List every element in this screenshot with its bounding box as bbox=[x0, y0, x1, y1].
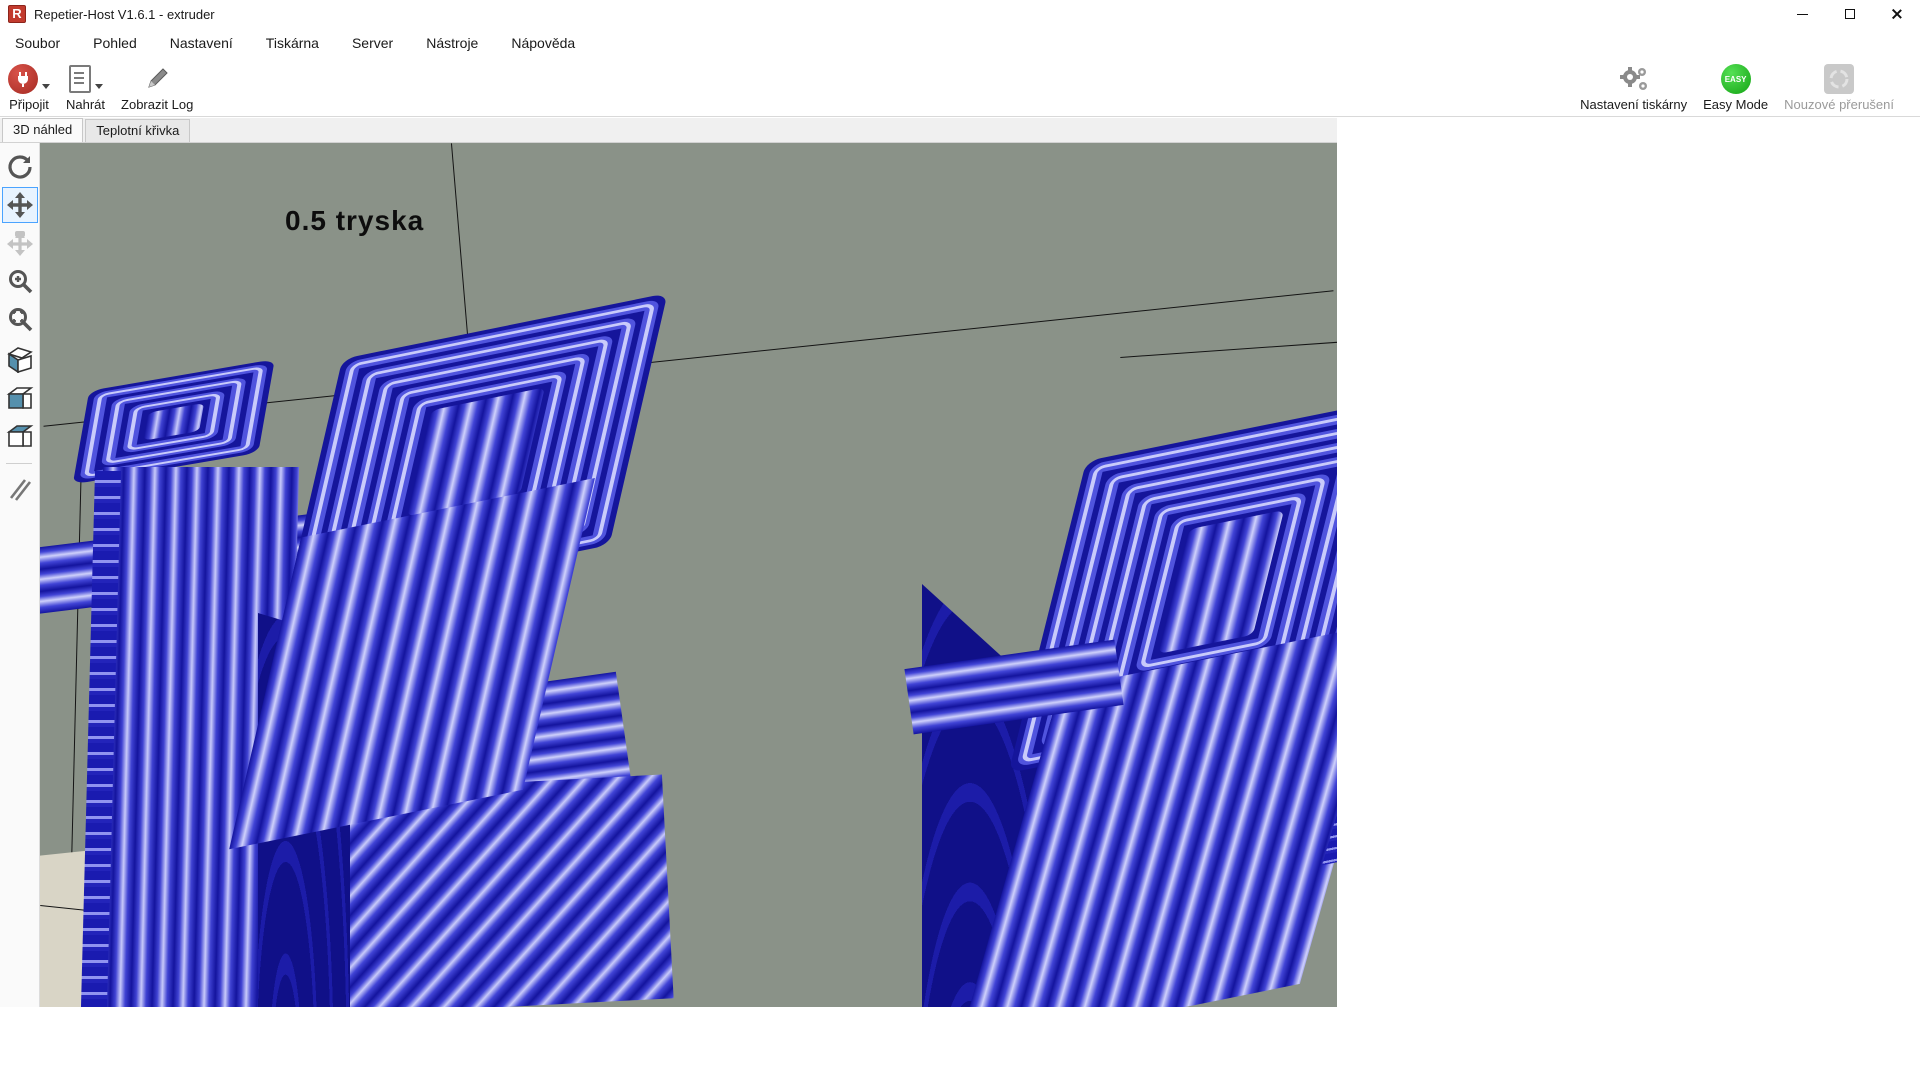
maximize-icon bbox=[1845, 9, 1855, 19]
front-view-button[interactable] bbox=[2, 381, 38, 417]
top-view-button[interactable] bbox=[2, 419, 38, 455]
plug-icon bbox=[8, 64, 38, 94]
rotate-view-button[interactable] bbox=[2, 149, 38, 185]
isometric-view-icon bbox=[6, 345, 34, 373]
move-printhead-icon bbox=[6, 229, 34, 257]
close-button[interactable] bbox=[1873, 0, 1920, 28]
menu-napoveda[interactable]: Nápověda bbox=[511, 35, 575, 51]
easy-mode-icon: EASY bbox=[1721, 64, 1751, 94]
menu-pohled[interactable]: Pohled bbox=[93, 35, 137, 51]
load-label: Nahrát bbox=[66, 97, 105, 112]
rotate-icon bbox=[7, 154, 33, 180]
fit-view-icon bbox=[7, 306, 34, 333]
printer-settings-button[interactable]: Nastavení tiskárny bbox=[1580, 61, 1687, 116]
easy-badge: EASY bbox=[1725, 75, 1747, 84]
emergency-stop-button: Nouzové přerušení bbox=[1784, 61, 1894, 116]
menu-tiskarna[interactable]: Tiskárna bbox=[266, 35, 319, 51]
title-bar: R Repetier-Host V1.6.1 - extruder bbox=[0, 0, 1920, 28]
top-view-icon bbox=[6, 423, 34, 451]
tab-temperature-curve[interactable]: Teplotní křivka bbox=[85, 119, 190, 142]
menu-server[interactable]: Server bbox=[352, 35, 393, 51]
emergency-stop-label: Nouzové přerušení bbox=[1784, 97, 1894, 112]
move-printhead-button bbox=[2, 225, 38, 261]
bed-grid-line bbox=[451, 143, 470, 358]
bed-grid-line bbox=[1120, 339, 1337, 358]
gears-icon bbox=[1618, 64, 1650, 94]
tab-3d-preview[interactable]: 3D náhled bbox=[2, 118, 83, 142]
fit-view-button[interactable] bbox=[2, 301, 38, 337]
parallel-projection-icon bbox=[7, 476, 33, 502]
zoom-in-icon bbox=[7, 268, 34, 295]
viewport-tool-strip bbox=[0, 143, 40, 1007]
menu-soubor[interactable]: Soubor bbox=[15, 35, 60, 51]
connect-dropdown-icon[interactable] bbox=[42, 84, 50, 89]
show-log-button[interactable]: Zobrazit Log bbox=[121, 61, 193, 116]
document-icon bbox=[69, 65, 91, 93]
menu-nastaveni[interactable]: Nastavení bbox=[170, 35, 233, 51]
menu-nastroje[interactable]: Nástroje bbox=[426, 35, 478, 51]
close-icon bbox=[1891, 8, 1903, 20]
menu-bar: Soubor Pohled Nastavení Tiskárna Server … bbox=[0, 28, 1920, 58]
zoom-button[interactable] bbox=[2, 263, 38, 299]
move-view-button[interactable] bbox=[2, 187, 38, 223]
main-toolbar: Připojit Nahrát Zobrazit Log Nastavení t… bbox=[0, 58, 1920, 117]
tool-strip-divider bbox=[6, 463, 32, 464]
tower-top-loops bbox=[284, 293, 667, 611]
app-icon: R bbox=[8, 5, 26, 23]
viewport-annotation: 0.5 tryska bbox=[285, 205, 424, 237]
pencil-icon bbox=[143, 65, 171, 93]
load-dropdown-icon[interactable] bbox=[95, 84, 103, 89]
3d-viewport[interactable]: 0.5 tryska y z x bbox=[40, 143, 1337, 1007]
printer-settings-label: Nastavení tiskárny bbox=[1580, 97, 1687, 112]
easy-mode-label: Easy Mode bbox=[1703, 97, 1768, 112]
tower-top-loops bbox=[1008, 391, 1337, 773]
view-tab-strip: 3D náhled Teplotní křivka bbox=[0, 118, 1337, 143]
tower-top-loops bbox=[73, 359, 275, 484]
easy-mode-button[interactable]: EASY Easy Mode bbox=[1703, 61, 1768, 116]
parallel-projection-button[interactable] bbox=[2, 471, 38, 507]
load-button[interactable]: Nahrát bbox=[66, 61, 105, 116]
move-icon bbox=[6, 191, 34, 219]
front-view-icon bbox=[6, 385, 34, 413]
window-title: Repetier-Host V1.6.1 - extruder bbox=[34, 7, 215, 22]
show-log-label: Zobrazit Log bbox=[121, 97, 193, 112]
minimize-button[interactable] bbox=[1779, 0, 1826, 28]
minimize-icon bbox=[1797, 14, 1808, 15]
maximize-button[interactable] bbox=[1826, 0, 1873, 28]
isometric-view-button[interactable] bbox=[2, 341, 38, 377]
emergency-stop-icon bbox=[1824, 64, 1854, 94]
connect-button[interactable]: Připojit bbox=[8, 61, 50, 116]
connect-label: Připojit bbox=[9, 97, 49, 112]
